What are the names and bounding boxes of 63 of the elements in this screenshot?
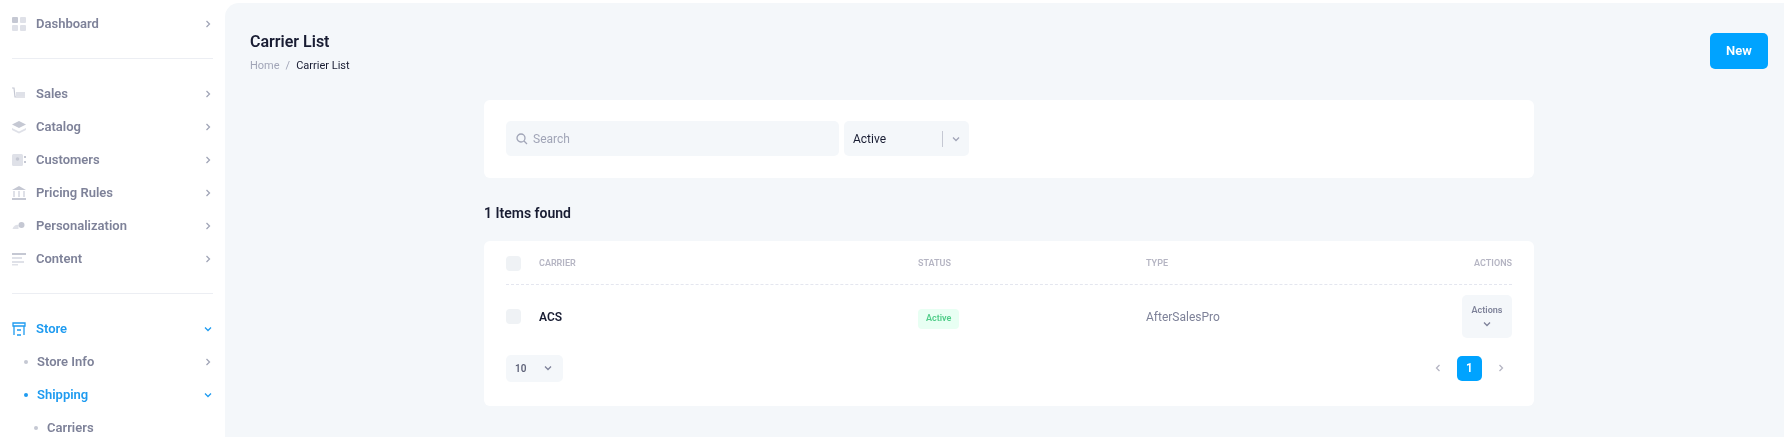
sidebar-subitem[interactable]: Carriers bbox=[0, 411, 225, 437]
bullet-icon bbox=[24, 392, 28, 397]
sidebar-item[interactable]: Store bbox=[0, 312, 225, 345]
text-lines-icon bbox=[12, 251, 26, 266]
sidebar-label: Dashboard bbox=[36, 14, 100, 33]
sidebar-label: Catalog bbox=[36, 117, 82, 136]
storefront-icon bbox=[12, 321, 26, 336]
status-badge: Active bbox=[918, 309, 960, 329]
chevron-down-icon bbox=[543, 363, 553, 373]
sidebar-item[interactable]: Dashboard bbox=[0, 7, 225, 40]
search-icon bbox=[516, 133, 528, 145]
sidebar-item[interactable]: Pricing Rules bbox=[0, 176, 225, 209]
cart-icon bbox=[12, 86, 26, 101]
sidebar-item[interactable]: Catalog bbox=[0, 110, 225, 143]
actions-button[interactable]: Actions bbox=[1462, 295, 1512, 338]
result-count: 1 Items found bbox=[484, 203, 572, 223]
chevron-right-icon bbox=[203, 154, 213, 165]
page-button[interactable]: 1 bbox=[1457, 355, 1482, 381]
chevron-right-icon bbox=[203, 253, 213, 264]
chevron-right-icon bbox=[203, 18, 213, 29]
sidebar-item[interactable]: Sales bbox=[0, 77, 225, 110]
table-cell-text: AfterSalesPro bbox=[1146, 308, 1221, 326]
page-size-select[interactable]: 10 bbox=[506, 354, 563, 382]
sidebar-label: Content bbox=[36, 249, 84, 268]
new-button[interactable]: New bbox=[1710, 33, 1768, 69]
grid-icon bbox=[12, 16, 26, 31]
breadcrumb-link[interactable]: Home bbox=[250, 58, 280, 75]
sidebar-label: Personalization bbox=[36, 216, 128, 235]
contact-card-icon bbox=[12, 152, 26, 167]
previous-page-icon bbox=[1433, 363, 1443, 373]
breadcrumb-separator: / bbox=[285, 58, 291, 74]
sidebar-subitem[interactable]: Store Info bbox=[0, 345, 225, 378]
page-title: Carrier List bbox=[250, 31, 331, 53]
sidebar-label: Shipping bbox=[37, 385, 90, 404]
next-page-icon bbox=[1496, 363, 1506, 373]
shapes-icon bbox=[12, 222, 26, 229]
table-cell-text: ACS bbox=[539, 308, 564, 326]
sidebar-label: Store bbox=[36, 319, 69, 338]
sidebar-label: Pricing Rules bbox=[36, 183, 114, 202]
chevron-right-icon bbox=[203, 121, 213, 132]
chevron-right-icon bbox=[203, 356, 213, 367]
column-header: TYPE bbox=[1146, 256, 1169, 270]
sidebar-label: Carriers bbox=[47, 418, 95, 437]
breadcrumb-current: Carrier List bbox=[296, 58, 350, 74]
chevron-right-icon bbox=[203, 187, 213, 198]
chevron-right-icon bbox=[203, 88, 213, 99]
bullet-icon bbox=[34, 425, 38, 430]
column-header: STATUS bbox=[918, 256, 952, 270]
sidebar-item[interactable]: Customers bbox=[0, 143, 225, 176]
bullet-icon bbox=[24, 359, 28, 364]
column-header: CARRIER bbox=[539, 256, 577, 270]
bank-icon bbox=[12, 185, 26, 200]
sidebar-label: Customers bbox=[36, 150, 101, 169]
sidebar-subitem[interactable]: Shipping bbox=[0, 378, 225, 411]
sidebar-item[interactable]: Personalization bbox=[0, 209, 225, 242]
column-header: ACTIONS bbox=[1474, 256, 1512, 270]
sidebar-label: Store Info bbox=[37, 352, 96, 371]
sidebar-label: Sales bbox=[36, 84, 69, 103]
sidebar-item[interactable]: Content bbox=[0, 242, 225, 275]
layers-icon bbox=[12, 119, 26, 134]
chevron-right-icon bbox=[203, 220, 213, 231]
search-field[interactable]: Search bbox=[506, 121, 839, 156]
status-select[interactable]: Active bbox=[844, 121, 969, 156]
